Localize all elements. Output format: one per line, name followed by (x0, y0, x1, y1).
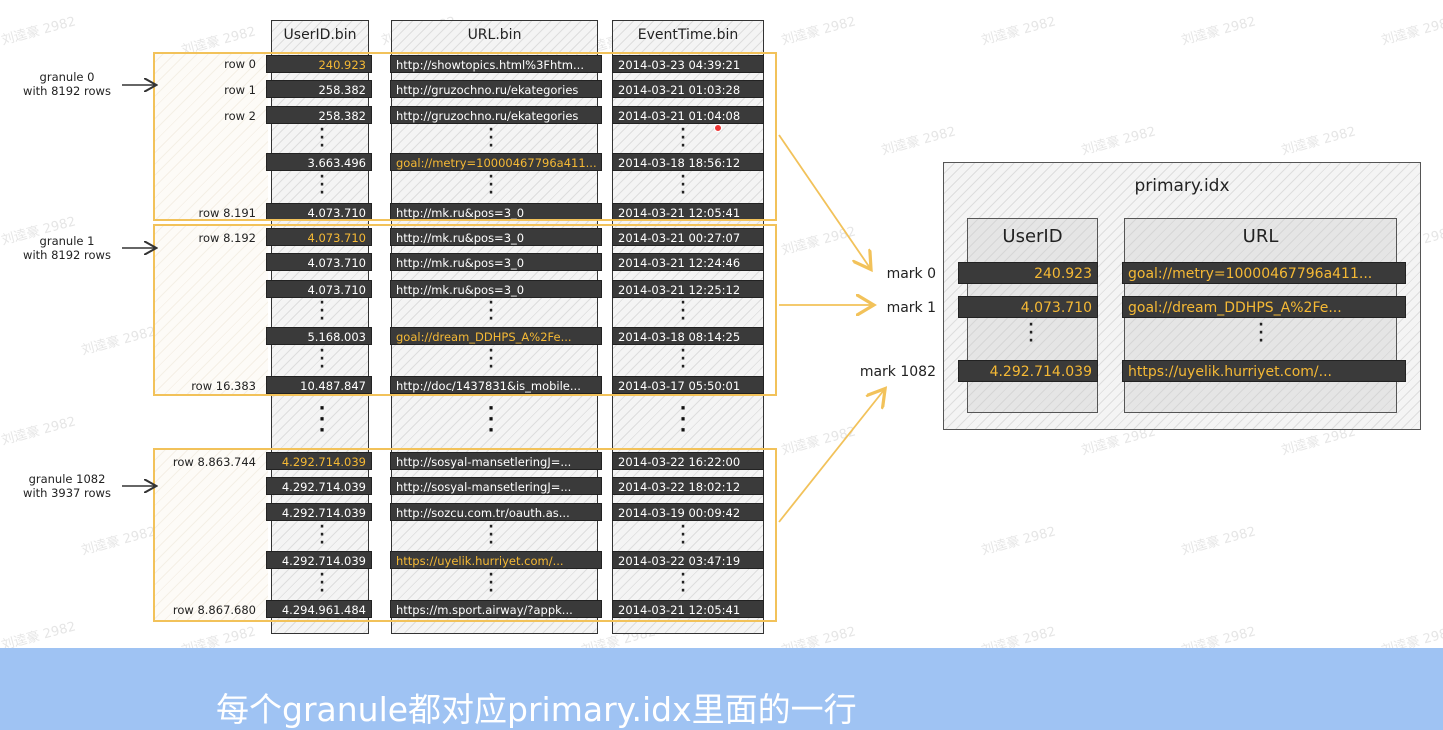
mark-0-arrow (778, 134, 870, 268)
diagram-canvas: 刘逵豪 2982刘逵豪 2982刘逵豪 2982刘逵豪 2982刘逵豪 2982… (0, 0, 1443, 658)
cursor-dot (714, 124, 722, 132)
arrow-layer (122, 0, 1443, 523)
mark-1082-arrow (778, 390, 884, 523)
caption-text: 每个granule都对应primary.idx里面的一行 (216, 690, 857, 729)
